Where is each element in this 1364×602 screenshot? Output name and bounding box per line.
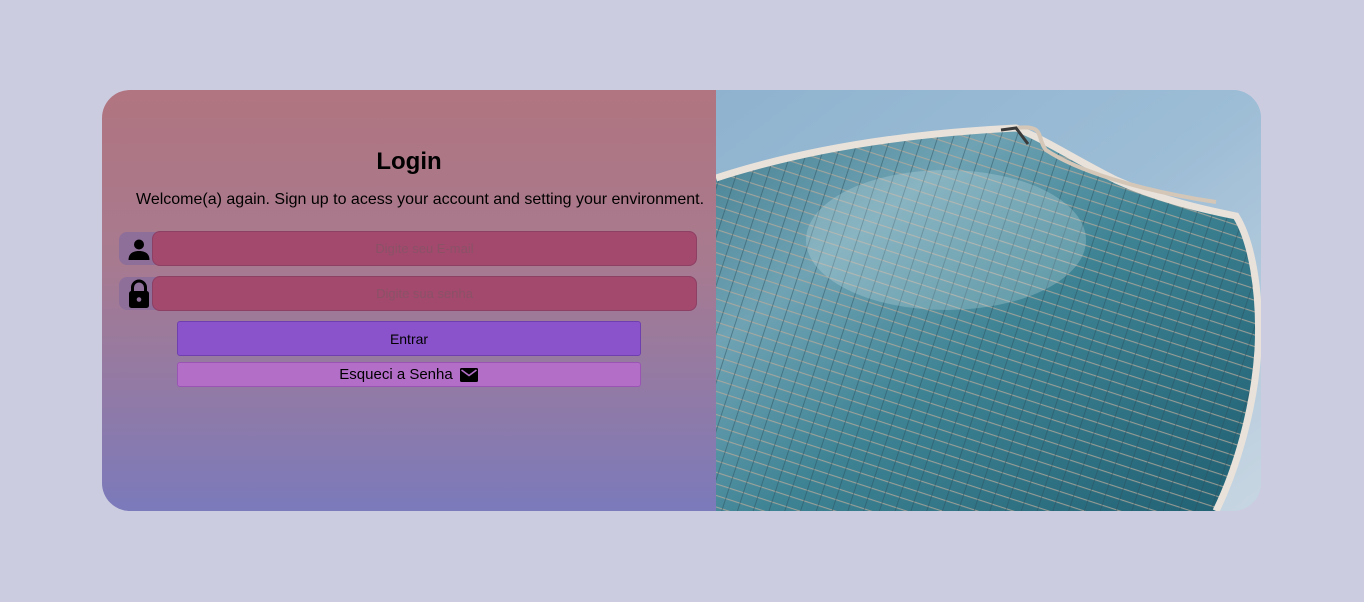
password-field-row <box>119 276 699 311</box>
enter-button[interactable]: Entrar <box>177 321 641 356</box>
login-card: Login Welcome(a) again. Sign up to acess… <box>102 90 1261 511</box>
forgot-password-label: Esqueci a Senha <box>339 366 453 383</box>
enter-button-label: Entrar <box>389 330 429 347</box>
page-title: Login <box>376 148 442 175</box>
envelope-icon <box>459 367 479 383</box>
email-field[interactable] <box>152 231 697 266</box>
welcome-subtitle: Welcome(a) again. Sign up to acess your … <box>136 191 705 208</box>
login-panel: Login Welcome(a) again. Sign up to acess… <box>102 90 716 511</box>
email-field-row <box>119 231 699 266</box>
password-field[interactable] <box>152 276 697 311</box>
building-photo <box>716 90 1261 511</box>
forgot-password-button[interactable]: Esqueci a Senha <box>177 362 641 387</box>
